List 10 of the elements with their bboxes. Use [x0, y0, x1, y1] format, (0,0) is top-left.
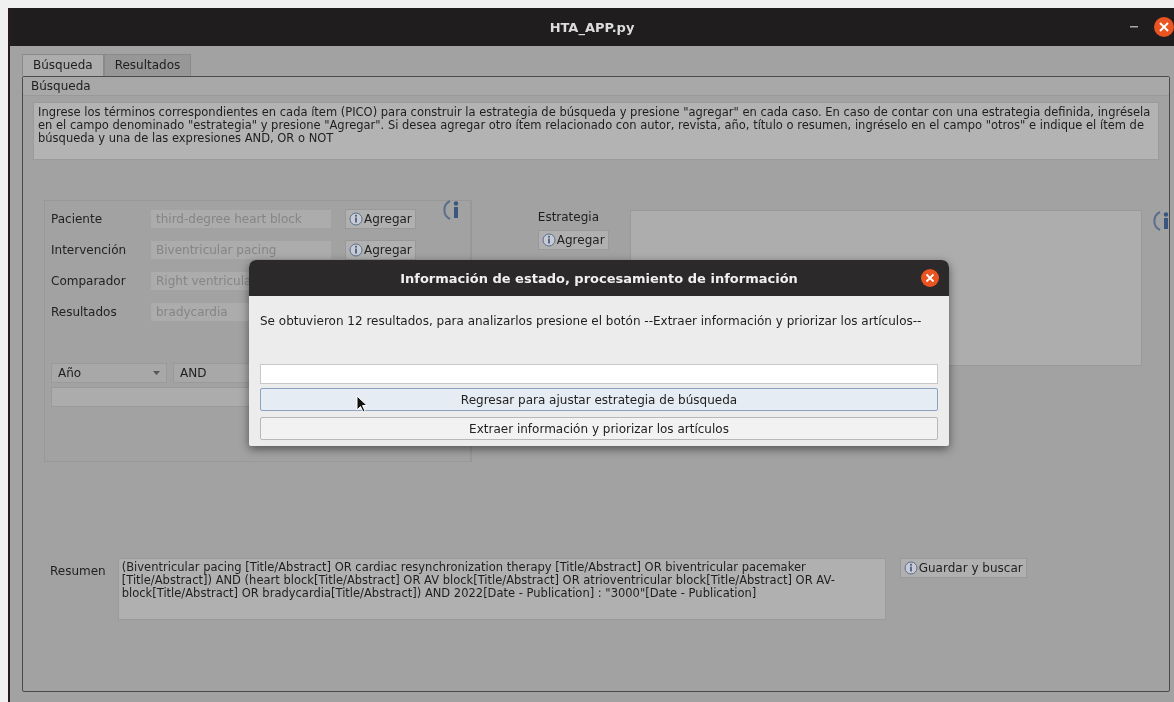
- field-label: Estrategia: [537, 210, 600, 224]
- window-title: HTA_APP.py: [549, 19, 635, 35]
- field-label: Comparador: [51, 273, 127, 288]
- field-label: Paciente: [51, 211, 104, 226]
- dialog-title: Información de estado, procesamiento de información: [400, 270, 798, 286]
- group-title: Búsqueda: [23, 77, 1169, 96]
- instructions-text: Ingrese los términos correspondientes en cada ítem (PICO) para construir la estrategia de búsqueda y presione "agregar" en cada caso. En caso de contar con una estrategia definida, ingrésela en el campo denominado "estrategia" y presione "Agregar". Si desea agregar otro ítem relacionado con autor, revista, año, título o resumen, ingréselo en el campo "otros" e indique el ítem de búsqueda y una de las expresiones AND, OR o NOT: [33, 102, 1159, 160]
- field-label: Intervención: [51, 242, 128, 257]
- field-label: Resultados: [51, 304, 118, 319]
- field-label: Resumen: [50, 564, 106, 578]
